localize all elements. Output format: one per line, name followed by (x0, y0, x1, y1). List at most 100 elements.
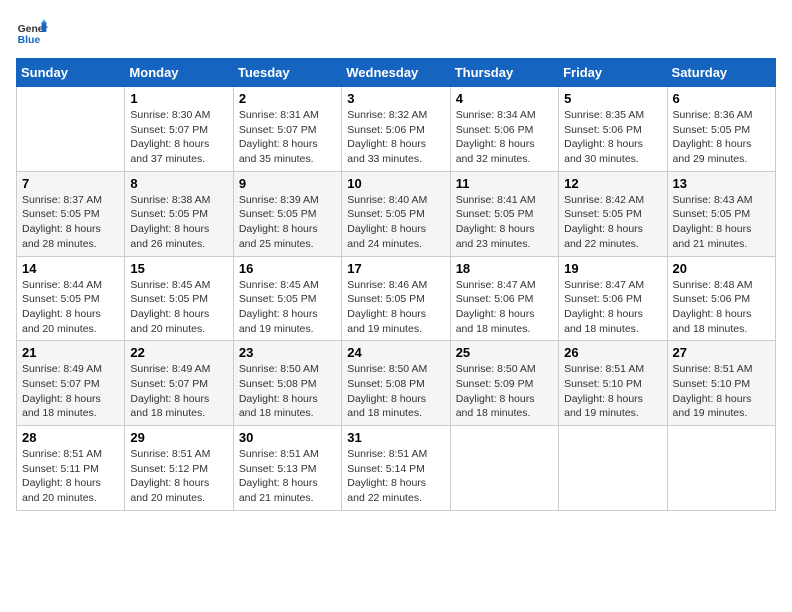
day-info: Sunrise: 8:51 AM Sunset: 5:10 PM Dayligh… (673, 362, 770, 421)
week-row-2: 7 Sunrise: 8:37 AM Sunset: 5:05 PM Daylig… (17, 171, 776, 256)
logo: General Blue (16, 16, 48, 48)
day-number: 15 (130, 261, 227, 276)
header-day-saturday: Saturday (667, 59, 775, 87)
day-info: Sunrise: 8:34 AM Sunset: 5:06 PM Dayligh… (456, 108, 553, 167)
calendar-cell: 20 Sunrise: 8:48 AM Sunset: 5:06 PM Dayli… (667, 256, 775, 341)
day-number: 13 (673, 176, 770, 191)
day-info: Sunrise: 8:35 AM Sunset: 5:06 PM Dayligh… (564, 108, 661, 167)
day-info: Sunrise: 8:40 AM Sunset: 5:05 PM Dayligh… (347, 193, 444, 252)
day-number: 28 (22, 430, 119, 445)
day-info: Sunrise: 8:50 AM Sunset: 5:08 PM Dayligh… (347, 362, 444, 421)
calendar-cell: 27Sunrise: 8:51 AM Sunset: 5:10 PM Dayli… (667, 341, 775, 426)
day-info: Sunrise: 8:31 AM Sunset: 5:07 PM Dayligh… (239, 108, 336, 167)
day-info: Sunrise: 8:38 AM Sunset: 5:05 PM Dayligh… (130, 193, 227, 252)
calendar-cell: 25Sunrise: 8:50 AM Sunset: 5:09 PM Dayli… (450, 341, 558, 426)
day-info: Sunrise: 8:51 AM Sunset: 5:10 PM Dayligh… (564, 362, 661, 421)
day-number: 16 (239, 261, 336, 276)
calendar-table: SundayMondayTuesdayWednesdayThursdayFrid… (16, 58, 776, 511)
svg-text:Blue: Blue (18, 35, 41, 46)
day-info: Sunrise: 8:37 AM Sunset: 5:05 PM Dayligh… (22, 193, 119, 252)
calendar-cell: 5Sunrise: 8:35 AM Sunset: 5:06 PM Daylig… (559, 87, 667, 172)
calendar-cell: 6 Sunrise: 8:36 AM Sunset: 5:05 PM Daylig… (667, 87, 775, 172)
day-info: Sunrise: 8:50 AM Sunset: 5:08 PM Dayligh… (239, 362, 336, 421)
header-day-friday: Friday (559, 59, 667, 87)
day-info: Sunrise: 8:51 AM Sunset: 5:14 PM Dayligh… (347, 447, 444, 506)
calendar-cell: 2 Sunrise: 8:31 AM Sunset: 5:07 PM Daylig… (233, 87, 341, 172)
calendar-cell: 23 Sunrise: 8:50 AM Sunset: 5:08 PM Dayli… (233, 341, 341, 426)
calendar-cell: 11 Sunrise: 8:41 AM Sunset: 5:05 PM Dayli… (450, 171, 558, 256)
week-row-3: 14 Sunrise: 8:44 AM Sunset: 5:05 PM Dayli… (17, 256, 776, 341)
day-number: 6 (673, 91, 770, 106)
header-day-tuesday: Tuesday (233, 59, 341, 87)
day-info: Sunrise: 8:36 AM Sunset: 5:05 PM Dayligh… (673, 108, 770, 167)
day-number: 10 (347, 176, 444, 191)
day-number: 14 (22, 261, 119, 276)
day-number: 11 (456, 176, 553, 191)
day-number: 31 (347, 430, 444, 445)
day-info: Sunrise: 8:47 AM Sunset: 5:06 PM Dayligh… (456, 278, 553, 337)
calendar-cell: 22 Sunrise: 8:49 AM Sunset: 5:07 PM Dayli… (125, 341, 233, 426)
day-number: 3 (347, 91, 444, 106)
calendar-cell: 14 Sunrise: 8:44 AM Sunset: 5:05 PM Dayli… (17, 256, 125, 341)
day-info: Sunrise: 8:51 AM Sunset: 5:13 PM Dayligh… (239, 447, 336, 506)
day-info: Sunrise: 8:45 AM Sunset: 5:05 PM Dayligh… (239, 278, 336, 337)
header-day-monday: Monday (125, 59, 233, 87)
calendar-cell (667, 426, 775, 511)
day-number: 23 (239, 345, 336, 360)
day-info: Sunrise: 8:45 AM Sunset: 5:05 PM Dayligh… (130, 278, 227, 337)
header: General Blue (16, 16, 776, 48)
day-number: 18 (456, 261, 553, 276)
day-info: Sunrise: 8:44 AM Sunset: 5:05 PM Dayligh… (22, 278, 119, 337)
calendar-cell (559, 426, 667, 511)
header-day-wednesday: Wednesday (342, 59, 450, 87)
day-number: 29 (130, 430, 227, 445)
calendar-cell: 12Sunrise: 8:42 AM Sunset: 5:05 PM Dayli… (559, 171, 667, 256)
day-info: Sunrise: 8:39 AM Sunset: 5:05 PM Dayligh… (239, 193, 336, 252)
day-info: Sunrise: 8:32 AM Sunset: 5:06 PM Dayligh… (347, 108, 444, 167)
day-number: 7 (22, 176, 119, 191)
week-row-4: 21 Sunrise: 8:49 AM Sunset: 5:07 PM Dayli… (17, 341, 776, 426)
day-number: 24 (347, 345, 444, 360)
calendar-cell: 1Sunrise: 8:30 AM Sunset: 5:07 PM Daylig… (125, 87, 233, 172)
day-number: 8 (130, 176, 227, 191)
day-number: 22 (130, 345, 227, 360)
calendar-cell: 17 Sunrise: 8:46 AM Sunset: 5:05 PM Dayli… (342, 256, 450, 341)
calendar-cell: 29 Sunrise: 8:51 AM Sunset: 5:12 PM Dayli… (125, 426, 233, 511)
day-number: 2 (239, 91, 336, 106)
calendar-cell: 30 Sunrise: 8:51 AM Sunset: 5:13 PM Dayli… (233, 426, 341, 511)
day-number: 21 (22, 345, 119, 360)
day-number: 17 (347, 261, 444, 276)
calendar-cell: 9Sunrise: 8:39 AM Sunset: 5:05 PM Daylig… (233, 171, 341, 256)
day-info: Sunrise: 8:41 AM Sunset: 5:05 PM Dayligh… (456, 193, 553, 252)
calendar-cell: 16 Sunrise: 8:45 AM Sunset: 5:05 PM Dayli… (233, 256, 341, 341)
calendar-cell: 4 Sunrise: 8:34 AM Sunset: 5:06 PM Daylig… (450, 87, 558, 172)
header-day-thursday: Thursday (450, 59, 558, 87)
day-number: 30 (239, 430, 336, 445)
day-info: Sunrise: 8:46 AM Sunset: 5:05 PM Dayligh… (347, 278, 444, 337)
calendar-cell: 7 Sunrise: 8:37 AM Sunset: 5:05 PM Daylig… (17, 171, 125, 256)
day-number: 20 (673, 261, 770, 276)
calendar-cell: 18 Sunrise: 8:47 AM Sunset: 5:06 PM Dayli… (450, 256, 558, 341)
calendar-cell: 3 Sunrise: 8:32 AM Sunset: 5:06 PM Daylig… (342, 87, 450, 172)
day-info: Sunrise: 8:43 AM Sunset: 5:05 PM Dayligh… (673, 193, 770, 252)
calendar-cell: 28 Sunrise: 8:51 AM Sunset: 5:11 PM Dayli… (17, 426, 125, 511)
day-info: Sunrise: 8:49 AM Sunset: 5:07 PM Dayligh… (130, 362, 227, 421)
calendar-cell (17, 87, 125, 172)
day-info: Sunrise: 8:51 AM Sunset: 5:11 PM Dayligh… (22, 447, 119, 506)
day-info: Sunrise: 8:48 AM Sunset: 5:06 PM Dayligh… (673, 278, 770, 337)
day-info: Sunrise: 8:30 AM Sunset: 5:07 PM Dayligh… (130, 108, 227, 167)
day-number: 4 (456, 91, 553, 106)
day-info: Sunrise: 8:51 AM Sunset: 5:12 PM Dayligh… (130, 447, 227, 506)
calendar-cell: 13 Sunrise: 8:43 AM Sunset: 5:05 PM Dayli… (667, 171, 775, 256)
calendar-cell: 31 Sunrise: 8:51 AM Sunset: 5:14 PM Dayli… (342, 426, 450, 511)
calendar-cell (450, 426, 558, 511)
day-info: Sunrise: 8:47 AM Sunset: 5:06 PM Dayligh… (564, 278, 661, 337)
day-number: 19 (564, 261, 661, 276)
calendar-cell: 21 Sunrise: 8:49 AM Sunset: 5:07 PM Dayli… (17, 341, 125, 426)
day-number: 12 (564, 176, 661, 191)
week-row-1: 1Sunrise: 8:30 AM Sunset: 5:07 PM Daylig… (17, 87, 776, 172)
day-info: Sunrise: 8:49 AM Sunset: 5:07 PM Dayligh… (22, 362, 119, 421)
day-info: Sunrise: 8:50 AM Sunset: 5:09 PM Dayligh… (456, 362, 553, 421)
header-day-sunday: Sunday (17, 59, 125, 87)
week-row-5: 28 Sunrise: 8:51 AM Sunset: 5:11 PM Dayli… (17, 426, 776, 511)
